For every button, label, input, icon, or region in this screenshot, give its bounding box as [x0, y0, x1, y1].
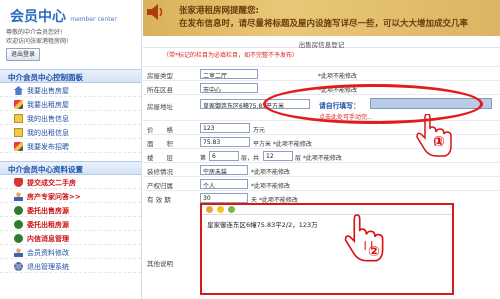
shield-icon	[14, 178, 23, 187]
field-label: 面 积	[147, 140, 173, 148]
area-input[interactable]: 75.83	[200, 137, 250, 147]
field-label-description: 其他说明	[147, 260, 173, 268]
floor-mid: 层，共	[241, 155, 260, 162]
editor-content[interactable]: 皇家御连东区6幢75.83平2/2，123万	[202, 215, 452, 233]
total-floor-input[interactable]: 12	[263, 151, 293, 161]
menu-label: 退出管理系统	[27, 262, 69, 271]
menu-item-entrust-rent[interactable]: 委托出租房源	[0, 217, 141, 231]
menu-label: 我的出租信息	[27, 128, 69, 137]
doc-icon	[14, 114, 23, 123]
description-editor[interactable]: 皇家御连东区6幢75.83平2/2，123万	[200, 203, 454, 295]
menu-label: 我要出售房屋	[27, 86, 69, 95]
editor-toolbar	[202, 205, 452, 215]
price-unit: 万元	[253, 127, 266, 134]
welcome-text: 尊敬的中介会员您好!	[6, 29, 63, 36]
field-note: *此项不能修改	[318, 73, 358, 80]
menu-label: 会员资料修改	[27, 248, 69, 257]
floor-suffix: 层 *此项不能修改	[295, 155, 342, 162]
menu-label: 我的出售信息	[27, 114, 69, 123]
pen-icon	[14, 100, 23, 109]
sidebar: 会员中心 member center 尊敬的中介会员您好! 欢迎访问张家港租房网…	[0, 0, 142, 299]
form-title: 出售房信息登记	[143, 36, 500, 49]
menu-label: 我要发布招聘	[27, 142, 69, 151]
menu-label: 委托出售房源	[27, 206, 69, 215]
menu-label: 房产专家问答>>	[27, 192, 81, 201]
floor-prefix: 第	[200, 155, 207, 162]
menu-item-submit-deal[interactable]: 提交成交二手房	[0, 175, 141, 189]
sale-registration-form: 出售房信息登记 （带*标记的栏目为必填栏目，如不完整不予发布） 房屋类型 二室二…	[143, 36, 500, 299]
menu-label: 委托出租房源	[27, 220, 69, 229]
section-control-panel: 中介会员中心控制面板	[0, 69, 141, 83]
smiley-icon[interactable]	[217, 206, 224, 213]
person-icon	[14, 248, 23, 257]
marker-two: ②	[368, 244, 380, 260]
decoration-select[interactable]: 空房未装	[200, 165, 248, 175]
menu-item-my-rent-info[interactable]: 我的出租信息	[0, 125, 141, 139]
person-icon	[14, 192, 23, 201]
field-note: *此项不能修改	[251, 169, 291, 176]
menu-item-entrust-sale[interactable]: 委托出售房源	[0, 203, 141, 217]
format-icon[interactable]	[206, 206, 213, 213]
menu-item-exit-system[interactable]: 退出管理系统	[0, 259, 141, 273]
field-label: 所在区县	[147, 86, 173, 94]
gear-icon	[14, 262, 23, 271]
notice-banner: 张家港租房网提醒您: 在发布信息时，请尽量将标题及屋内设施写详尽一些，可以大大增…	[143, 0, 500, 36]
field-label: 价 格	[147, 126, 173, 134]
marker-one: ①	[433, 134, 445, 150]
highlight-ellipse	[263, 84, 483, 124]
ownership-select[interactable]: 个人	[200, 179, 248, 189]
image-icon[interactable]	[228, 206, 235, 213]
menu-item-my-sale-info[interactable]: 我的出售信息	[0, 111, 141, 125]
menu-item-expert-qa[interactable]: 房产专家问答>>	[0, 189, 141, 203]
field-label: 有 效 期	[147, 196, 171, 204]
field-label: 房屋地址	[147, 103, 173, 111]
field-label: 房屋类型	[147, 72, 173, 80]
speaker-icon	[147, 4, 163, 20]
row-decoration: 装修情况 空房未装 *此项不能修改	[143, 162, 500, 176]
dot-icon	[14, 234, 23, 243]
dot-icon	[14, 220, 23, 229]
member-center-logo: 会员中心 member center	[0, 0, 141, 25]
menu-label: 内信消息管理	[27, 234, 69, 243]
menu-label: 提交成交二手房	[27, 178, 76, 187]
field-label: 装修情况	[147, 168, 173, 176]
menu-item-rent-house[interactable]: 我要出租房屋	[0, 97, 141, 111]
section-profile-settings: 中介会员中心资料设置	[0, 161, 141, 175]
pen-icon	[14, 142, 23, 151]
field-note: *此项不能修改	[251, 183, 291, 190]
field-label: 产权归属	[147, 182, 173, 190]
district-select[interactable]: 市中心	[200, 83, 258, 93]
menu-label: 我要出租房屋	[27, 100, 69, 109]
field-note: 平方米 *此项不能修改	[253, 141, 312, 148]
menu-item-edit-profile[interactable]: 会员资料修改	[0, 245, 141, 259]
house-type-select[interactable]: 二室二厅	[200, 69, 258, 79]
field-label: 楼 层	[147, 154, 173, 162]
banner-title: 张家港租房网提醒您:	[179, 6, 259, 16]
menu-item-sell-house[interactable]: 我要出售房屋	[0, 83, 141, 97]
logo-sub: member center	[70, 16, 117, 23]
dot-icon	[14, 206, 23, 215]
house-icon	[14, 86, 23, 95]
row-house-type: 房屋类型 二室二厅 *此项不能修改	[143, 66, 500, 80]
row-validity: 有 效 期 30 天 *此项不能修改	[143, 190, 500, 204]
menu-item-post-job[interactable]: 我要发布招聘	[0, 139, 141, 153]
menu-item-messages[interactable]: 内信消息管理	[0, 231, 141, 245]
validity-input[interactable]: 30	[200, 193, 248, 203]
welcome-sub: 欢迎访问张家港租房网!	[6, 38, 69, 45]
logout-button[interactable]: 退出登录	[6, 48, 41, 61]
required-hint: （带*标记的栏目为必填栏目，如不完整不予发布）	[163, 52, 299, 59]
price-input[interactable]: 123	[200, 123, 250, 133]
banner-message: 在发布信息时，请尽量将标题及屋内设施写详尽一些，可以大大增加成交几率	[179, 19, 469, 29]
doc-icon	[14, 128, 23, 137]
logo-main: 会员中心	[10, 9, 66, 25]
welcome-box: 尊敬的中介会员您好! 欢迎访问张家港租房网! 退出登录	[6, 28, 141, 61]
floor-input[interactable]: 6	[209, 151, 239, 161]
row-ownership: 产权归属 个人 *此项不能修改	[143, 176, 500, 190]
